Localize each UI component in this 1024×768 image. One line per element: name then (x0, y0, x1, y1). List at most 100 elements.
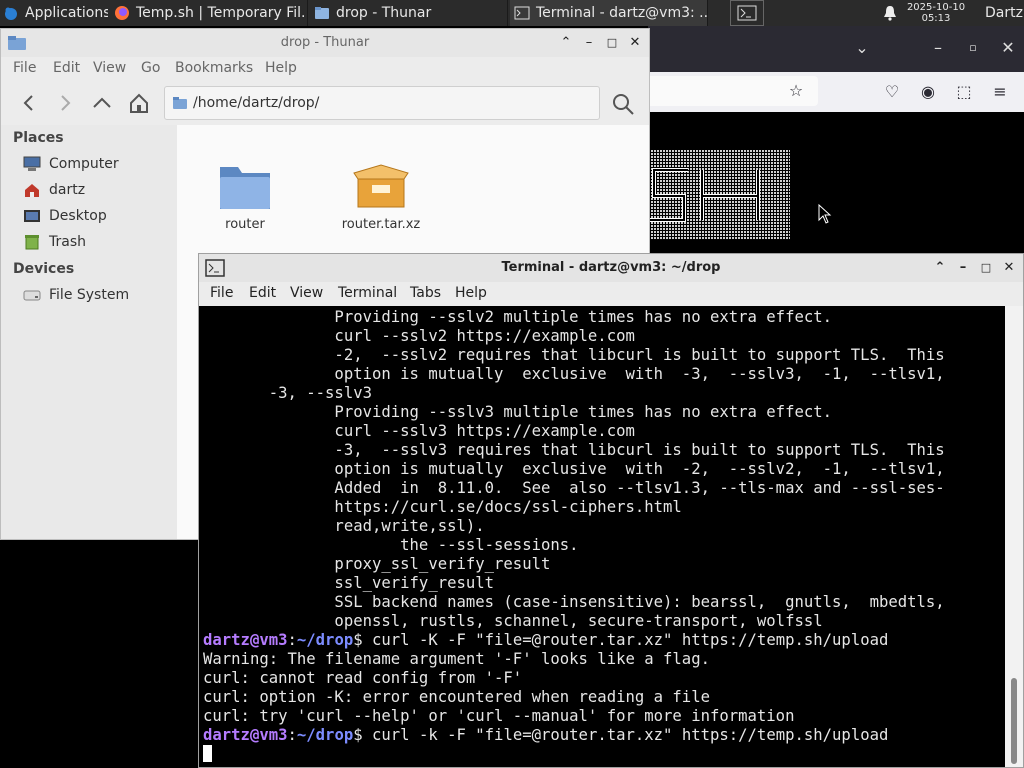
terminal-menubar: File Edit View Terminal Tabs Help (199, 282, 1023, 306)
prompt-line: dartz@vm3:~/drop$ curl -K -F "file=@rout… (203, 631, 1005, 650)
file-name: router.tar.xz (341, 217, 421, 232)
taskbar-label: drop - Thunar (336, 5, 432, 21)
close-icon[interactable]: ✕ (1002, 261, 1016, 275)
prompt-path: ~/drop (296, 726, 354, 744)
folder-icon (8, 36, 26, 50)
output-line: openssl, rustls, schannel, secure-transp… (203, 612, 823, 630)
terminal-icon (205, 259, 225, 277)
output-line: Added in 8.11.0. See also --tlsv1.3, --t… (203, 479, 945, 497)
pocket-icon[interactable]: ♡ (882, 82, 902, 102)
browser-tabbar: ⌄ – ▫ ✕ (648, 26, 1024, 72)
close-icon[interactable]: ✕ (628, 36, 642, 50)
minimize-icon[interactable]: – (956, 261, 970, 275)
output-line: curl: try 'curl --help' or 'curl --manua… (203, 707, 795, 725)
terminal-scrollbar[interactable] (1005, 306, 1023, 767)
account-icon[interactable]: ◉ (918, 82, 938, 102)
terminal-output[interactable]: Providing --sslv2 multiple times has no … (199, 306, 1005, 767)
output-line: SSL backend names (case-insensitive): be… (203, 593, 945, 611)
sidebar-item-computer[interactable]: Computer (23, 153, 119, 175)
sidebar-item-trash[interactable]: Trash (23, 231, 86, 253)
back-icon[interactable] (19, 93, 39, 113)
output-line: proxy_ssl_verify_result (203, 555, 551, 573)
output-line: -2, --sslv2 requires that libcurl is bui… (203, 346, 945, 364)
prompt-user: dartz@vm3 (203, 726, 288, 744)
menu-bookmarks[interactable]: Bookmarks (175, 60, 253, 76)
star-icon[interactable]: ☆ (786, 81, 806, 101)
output-line: -3, --sslv3 requires that libcurl is bui… (203, 441, 945, 459)
menu-help[interactable]: Help (455, 285, 487, 301)
menu-tabs[interactable]: Tabs (410, 285, 441, 301)
close-icon[interactable]: ✕ (998, 38, 1018, 58)
folder-icon (220, 167, 270, 209)
notifications-button[interactable] (880, 0, 900, 26)
bell-icon (884, 6, 896, 21)
menu-file[interactable]: File (210, 285, 233, 301)
prompt-end: $ (353, 631, 363, 649)
menu-edit[interactable]: Edit (53, 60, 80, 76)
user-menu[interactable]: Dartz (985, 0, 1023, 26)
chevron-down-icon[interactable]: ⌄ (852, 38, 872, 58)
file-item-router-tar-xz[interactable]: router.tar.xz (333, 161, 429, 232)
shade-icon[interactable]: ⌃ (559, 36, 573, 50)
location-bar[interactable]: /home/dartz/drop/ (164, 86, 600, 120)
terminal-titlebar[interactable]: Terminal - dartz@vm3: ~/drop ⌃ – □ ✕ (199, 254, 1023, 282)
menu-icon[interactable]: ≡ (990, 82, 1010, 102)
firefox-icon (115, 6, 129, 20)
devices-heading: Devices (13, 261, 75, 277)
input-line[interactable] (203, 745, 1005, 764)
output-line: curl: cannot read config from '-F' (203, 669, 523, 687)
sidebar-item-label: Trash (49, 234, 86, 250)
sidebar-item-filesystem[interactable]: File System (23, 284, 129, 306)
sidebar-item-label: File System (49, 287, 130, 303)
maximize-icon[interactable]: □ (979, 261, 993, 275)
clock[interactable]: 2025-10-10 05:13 (905, 0, 967, 26)
text-cursor (203, 745, 212, 762)
menu-terminal[interactable]: Terminal (338, 285, 397, 301)
menu-edit[interactable]: Edit (249, 285, 276, 301)
applications-menu[interactable]: Applications (0, 0, 108, 26)
shade-icon[interactable]: ⌃ (933, 261, 947, 275)
maximize-icon[interactable]: ▫ (963, 38, 983, 58)
location-path: /home/dartz/drop/ (193, 95, 320, 111)
clock-date: 2025-10-10 (906, 2, 966, 13)
maximize-icon[interactable]: □ (605, 36, 619, 50)
url-bar[interactable]: ☆ (648, 76, 818, 106)
output-line: https://curl.se/docs/ssl-ciphers.html (203, 498, 682, 516)
xfce-logo-icon (5, 7, 17, 20)
file-item-router[interactable]: router (197, 161, 293, 232)
command-text: curl -k -F "file=@router.tar.xz" https:/… (362, 726, 889, 744)
home-icon[interactable] (128, 92, 150, 114)
terminal-icon (737, 5, 757, 21)
minimize-icon[interactable]: – (928, 38, 948, 58)
sidebar-item-dartz[interactable]: dartz (23, 179, 85, 201)
mouse-cursor-icon (818, 204, 832, 224)
window-title: Terminal - dartz@vm3: ~/drop (501, 260, 721, 275)
menu-go[interactable]: Go (141, 60, 160, 76)
taskbar-item-thunar[interactable]: drop - Thunar (310, 0, 508, 26)
menu-view[interactable]: View (290, 285, 323, 301)
forward-icon[interactable] (55, 93, 75, 113)
taskbar-label: Terminal - dartz@vm3: ... (536, 5, 708, 21)
sidebar-item-label: dartz (49, 182, 86, 198)
scrollbar-thumb[interactable] (1011, 678, 1017, 764)
menu-help[interactable]: Help (265, 60, 297, 76)
terminal-window: Terminal - dartz@vm3: ~/drop ⌃ – □ ✕ Fil… (198, 253, 1024, 768)
thunar-titlebar[interactable]: drop - Thunar ⌃ – □ ✕ (1, 29, 649, 57)
archive-icon (353, 164, 409, 208)
clock-time: 05:13 (921, 13, 951, 24)
sidebar-item-desktop[interactable]: Desktop (23, 205, 107, 227)
taskbar-label: Temp.sh | Temporary Fil... (136, 5, 308, 21)
minimize-icon[interactable]: – (582, 36, 596, 50)
terminal-launcher[interactable] (730, 0, 764, 26)
menu-file[interactable]: File (13, 60, 36, 76)
taskbar-item-terminal[interactable]: Terminal - dartz@vm3: ... (510, 0, 708, 26)
prompt-end: $ (353, 726, 363, 744)
menu-view[interactable]: View (93, 60, 126, 76)
taskbar-item-browser[interactable]: Temp.sh | Temporary Fil... (110, 0, 308, 26)
output-line: -3, --sslv3 (203, 384, 372, 402)
search-icon[interactable] (611, 92, 635, 116)
output-line: curl --sslv2 https://example.com (203, 327, 635, 345)
output-line: the --ssl-sessions. (203, 536, 579, 554)
extensions-icon[interactable]: ⬚ (954, 82, 974, 102)
up-icon[interactable] (91, 93, 113, 113)
